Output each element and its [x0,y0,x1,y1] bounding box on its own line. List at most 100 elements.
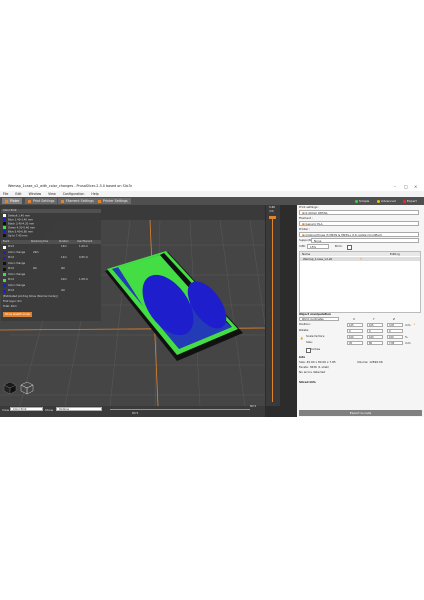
layer-slider-thumb[interactable] [269,216,276,219]
advanced-mode-icon [377,199,380,203]
estimate-row: Print 9m 9m [3,267,99,271]
legend-item: Up to 7.40 mm [3,234,27,238]
view-label: View [2,408,10,412]
size-label: Size: [306,340,313,344]
close-icon[interactable]: × [414,182,417,191]
view-type-select[interactable]: Color Print [10,407,43,411]
show-options-select[interactable]: Options [56,407,102,411]
drop-to-bed-icon[interactable]: ↓ [413,322,415,326]
scale-z-input[interactable]: 100 [387,335,403,339]
color-swatch [3,256,6,260]
horizontal-slider-value: 8072 [250,405,257,408]
menu-edit[interactable]: Edit [15,192,21,196]
menu-configuration[interactable]: Configuration [63,192,85,196]
color-swatch [3,284,6,287]
coordinates-select[interactable]: World coordinates [299,317,339,321]
estimate-duration: 4m [61,289,66,292]
edit-icon[interactable]: ✎ [360,257,362,261]
rotation-x-input[interactable]: 0 [347,329,363,333]
3d-preview-viewport[interactable]: Color Print Default 1.40 mm Blue 1.40-3.… [0,205,265,406]
estimate-remaining: 29m [33,250,39,254]
object-list-header: Name Editing [300,252,420,256]
estimate-duration: 14m [61,256,67,259]
object-list-row[interactable]: Wemap_1case_v2.stl ✎ [300,257,420,261]
color-swatch [3,289,6,293]
tab-printer-settings[interactable]: Printer Settings [95,198,131,204]
axis-x-label: X [353,317,355,321]
object-list: Name Editing Wemap_1case_v2.stl ✎ [299,251,421,313]
mode-simple[interactable]: Simple [355,198,369,204]
brim-label: Brim: [335,244,343,248]
layers-cube-icon[interactable] [20,381,34,395]
info-errors: No errors detected [299,370,326,374]
mode-expert[interactable]: Expert [403,198,417,204]
estimate-remaining: 9m [33,267,38,270]
estimate-event: Print [8,256,14,259]
menu-view[interactable]: View [48,192,56,196]
estimate-filament: 1.08 m [79,278,89,281]
filament-select[interactable]: ■ Generic PLA [299,221,419,226]
layer-slider-track[interactable] [272,217,273,402]
tab-plater[interactable]: Plater [2,198,23,204]
position-x-input[interactable]: 125 [347,323,363,327]
size-y-input[interactable]: 80 [367,341,383,345]
infill-select[interactable]: 15% [307,244,329,249]
lock-icon[interactable]: 🔒 [300,336,303,340]
rotation-y-input[interactable]: 0 [367,329,383,333]
tab-bar: Plater Print Settings Filament Settings … [0,197,424,205]
size-x-input[interactable]: 45 [347,341,363,345]
size-unit: mm [405,341,411,345]
show-stealth-mode-button[interactable]: Show stealth mode [3,312,32,317]
estimate-row: Print 4m [3,289,99,293]
color-swatch [3,245,6,249]
scale-unit: % [405,335,408,339]
estimate-duration: 9m [61,267,66,270]
preview-bottom-bar: View Color Print Show Options 8072 8079 [0,405,265,417]
color-swatch [3,251,6,254]
horizontal-slider-track[interactable] [110,409,250,410]
menu-file[interactable]: File [3,192,8,196]
position-y-input[interactable]: 105 [367,323,383,327]
view-cube-icon[interactable] [3,381,17,395]
rotation-z-input[interactable]: 0 [387,329,403,333]
layer-slider[interactable]: 3.40 (38) [266,205,280,406]
tab-filament-settings[interactable]: Filament Settings [58,198,97,204]
show-label: Show [45,408,54,412]
estimate-event: Print [8,278,14,281]
rotation-label: Rotate: [299,328,310,332]
export-gcode-button[interactable]: Export G-code [299,410,422,416]
window-title: Wemap_1case_v2_with_color_changes - Prus… [8,184,133,188]
estimate-row: Print 14m 1.09 m [3,245,99,249]
right-sidebar: Print settings : ■ 0.20mm DETAIL Filamen… [297,205,424,417]
minimize-icon[interactable]: – [394,182,396,191]
print-settings-select[interactable]: ■ 0.20mm DETAIL [299,210,419,215]
brim-checkbox[interactable] [347,245,352,250]
axis-z-label: Z [393,317,395,321]
estimate-event: Color change [8,261,26,265]
printer-settings-icon [98,199,101,203]
print-settings-icon [28,199,31,203]
size-z-input[interactable]: 7.85 [387,341,403,345]
estimate-row: Print 14m 0.65 m [3,256,99,260]
horizontal-slider-position: 8079 [132,412,139,415]
printer-select[interactable]: ■ Original Prusa i3 MK3S & MK3S+ 0.6 noz… [299,232,419,237]
scale-x-input[interactable]: 100 [347,335,363,339]
estimate-row: Color change 29m [3,251,99,255]
tab-print-settings[interactable]: Print Settings [25,198,58,204]
maximize-icon[interactable]: □ [404,182,408,191]
position-z-input[interactable]: 3.87 [387,323,403,327]
estimate-duration: 14m [61,245,67,248]
menu-help[interactable]: Help [91,192,98,196]
estimate-event: Print [8,245,14,248]
color-print-legend: Color Print Default 1.40 mm Blue 1.40-3.… [1,209,101,321]
estimate-header: Event Remaining time Duration Used filam… [1,240,101,244]
inches-label: Inches [311,347,321,351]
mode-advanced[interactable]: Advanced [377,198,396,204]
simple-mode-icon [355,199,358,203]
menu-window[interactable]: Window [29,192,42,196]
supports-select[interactable]: None [311,238,419,243]
scale-y-input[interactable]: 100 [367,335,383,339]
color-swatch [3,226,6,229]
estimated-time-note: [Estimated printing times (Normal mode)] [3,295,58,298]
estimate-row: Color change [3,273,99,277]
